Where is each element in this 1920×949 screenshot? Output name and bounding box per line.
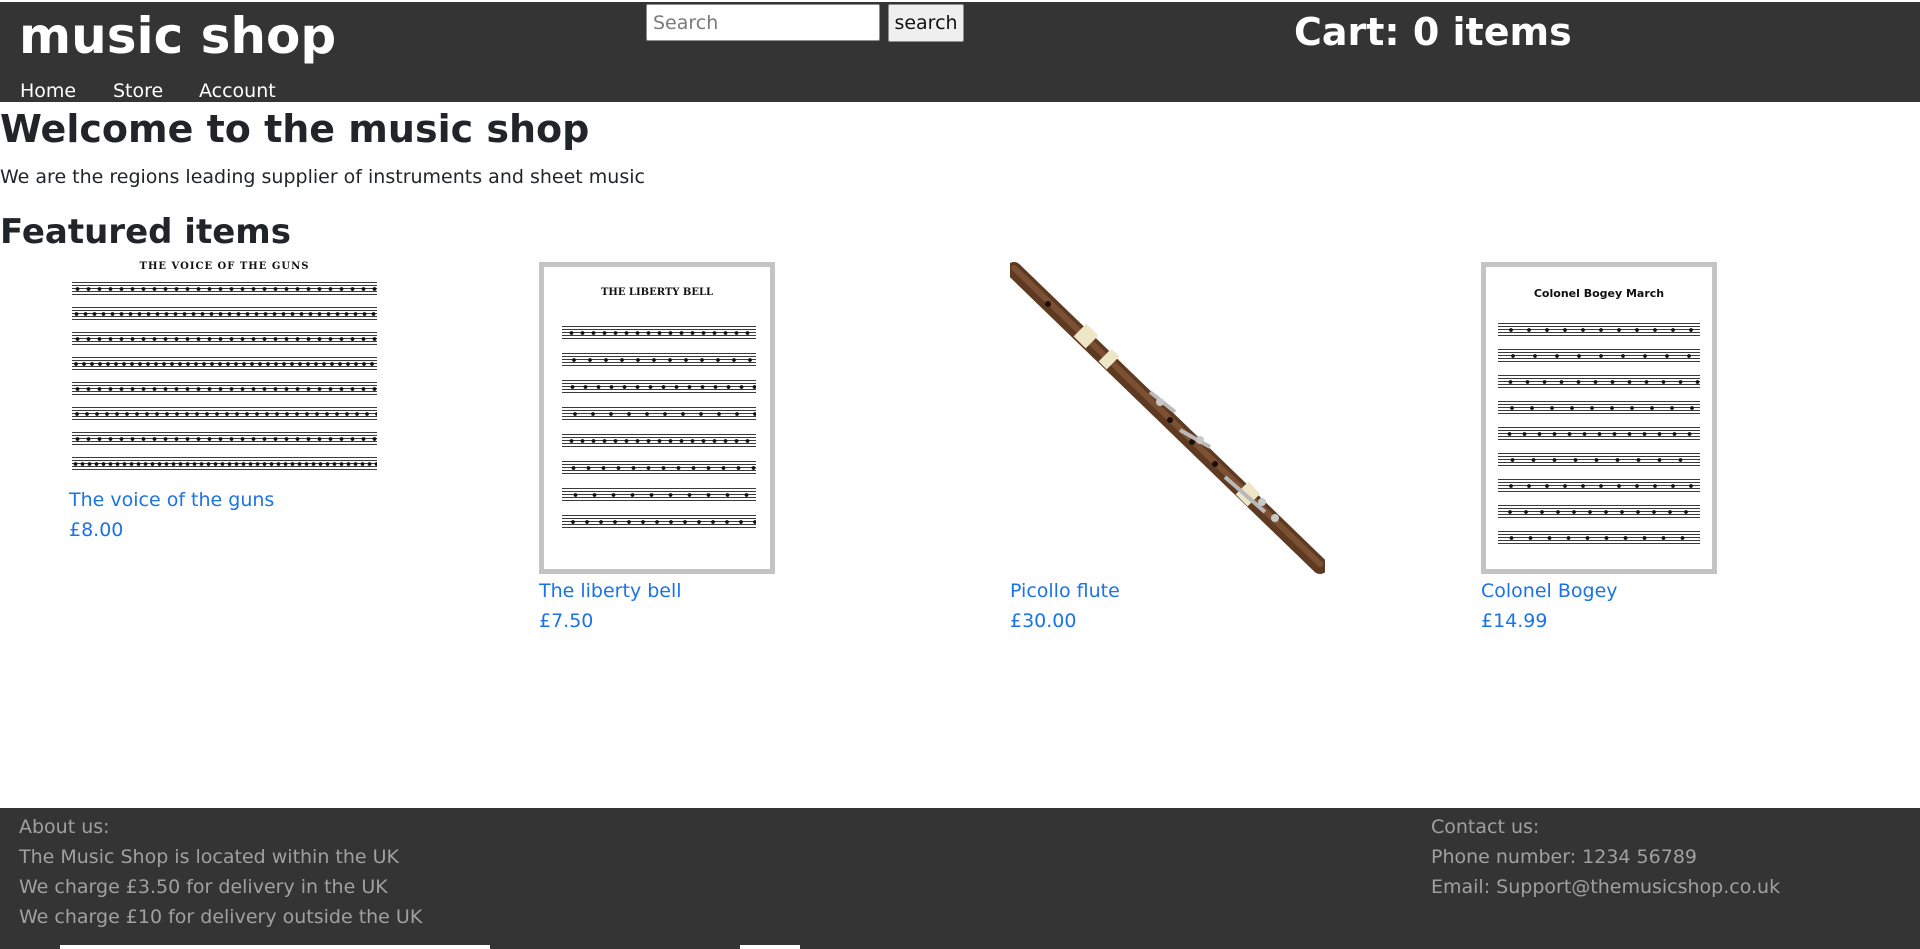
- sheet-title: THE VOICE OF THE GUNS: [139, 261, 310, 272]
- product-image-link[interactable]: Colonel Bogey March: [1481, 262, 1717, 574]
- sheet-music-image: THE VOICE OF THE GUNS: [72, 258, 377, 482]
- page-title: Welcome to the music shop: [0, 107, 590, 151]
- sheet-title: Colonel Bogey March: [1533, 287, 1665, 300]
- bottom-divider: [60, 945, 490, 949]
- nav-home-link[interactable]: Home: [20, 78, 76, 104]
- product-image-link[interactable]: THE LIBERTY BELL: [539, 262, 775, 574]
- product-card: Picollo flute £30.00: [1010, 262, 1325, 638]
- featured-heading: Featured items: [0, 212, 291, 252]
- product-image-link[interactable]: [1010, 262, 1325, 574]
- search-button[interactable]: search: [888, 4, 964, 42]
- product-name-link[interactable]: The liberty bell: [539, 578, 682, 604]
- site-header: music shop search Cart: 0 items Home Sto…: [0, 0, 1920, 102]
- product-price: £8.00: [69, 519, 124, 541]
- site-logo[interactable]: music shop: [19, 6, 336, 66]
- footer-about-line: The Music Shop is located within the UK: [19, 846, 400, 868]
- footer-about: About us: The Music Shop is located with…: [19, 812, 422, 932]
- product-card: THE VOICE OF THE GUNS The voice of the g…: [69, 258, 379, 548]
- product-name-link[interactable]: Picollo flute: [1010, 578, 1120, 604]
- footer-phone: Phone number: 1234 56789: [1431, 846, 1697, 868]
- flute-image: [1010, 262, 1325, 574]
- bottom-divider: [740, 945, 800, 949]
- product-price: £14.99: [1481, 610, 1548, 632]
- product-price: £30.00: [1010, 610, 1077, 632]
- nav-account-link[interactable]: Account: [199, 78, 276, 104]
- search-input[interactable]: [646, 4, 880, 41]
- footer-about-line: We charge £3.50 for delivery in the UK: [19, 876, 388, 898]
- product-name-link[interactable]: The voice of the guns: [69, 487, 274, 513]
- nav-store-link[interactable]: Store: [113, 78, 163, 104]
- footer-about-heading: About us:: [19, 816, 110, 838]
- footer-about-line: We charge £10 for delivery outside the U…: [19, 906, 423, 928]
- footer-contact-heading: Contact us:: [1431, 816, 1540, 838]
- footer-contact: Contact us: Phone number: 1234 56789 Ema…: [1431, 812, 1780, 902]
- sheet-title: THE LIBERTY BELL: [600, 287, 714, 298]
- product-name-link[interactable]: Colonel Bogey: [1481, 578, 1618, 604]
- footer-email: Email: Support@themusicshop.co.uk: [1431, 876, 1781, 898]
- product-image-link[interactable]: THE VOICE OF THE GUNS: [69, 258, 379, 482]
- intro-text: We are the regions leading supplier of i…: [0, 166, 645, 188]
- product-card: Colonel Bogey March Colonel Bogey £14.99: [1481, 262, 1717, 638]
- product-card: THE LIBERTY BELL The liberty bell £7.50: [539, 262, 775, 638]
- sheet-music-image: Colonel Bogey March: [1486, 267, 1712, 569]
- sheet-music-image: THE LIBERTY BELL: [544, 267, 770, 569]
- product-price: £7.50: [539, 610, 594, 632]
- site-footer: About us: The Music Shop is located with…: [0, 808, 1920, 949]
- cart-status[interactable]: Cart: 0 items: [1294, 8, 1572, 56]
